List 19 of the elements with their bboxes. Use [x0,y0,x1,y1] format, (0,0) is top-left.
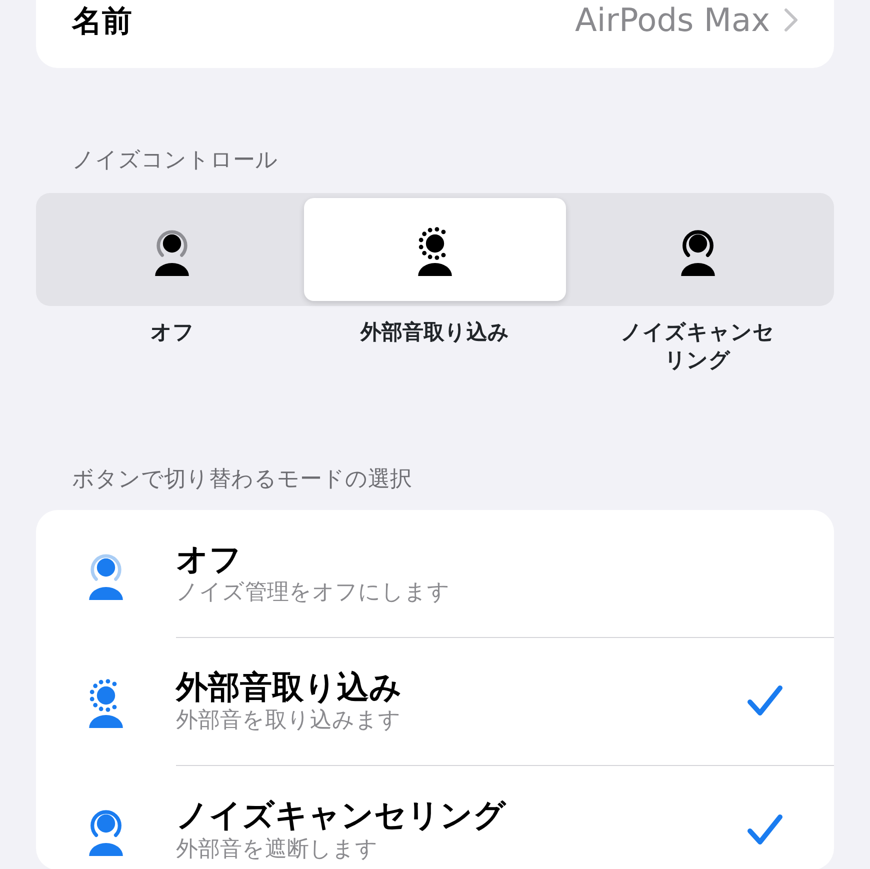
section-header: ボタンで切り替わるモードの選択 [71,466,413,494]
segment-button[interactable] [304,198,566,301]
mode-row[interactable]: 外部音取り込み 外部音を取り込みます [36,638,834,766]
mode-row[interactable]: オフ ノイズ管理をオフにします [36,510,834,638]
section-header: ノイズコントロール [71,147,279,175]
chevron-icon [784,8,798,32]
mode-subtitle: ノイズ管理をオフにします [176,580,451,607]
mode-title: オフ [176,540,243,578]
name-value: AirPods Max [575,0,770,41]
segment-label: ノイズキャンセリング [620,319,776,374]
mode-row[interactable]: ノイズキャンセリング 外部音を遮断します [36,766,834,869]
mode-subtitle: 外部音を遮断します [176,836,379,864]
mode-subtitle: 外部音を取り込みます [176,708,402,735]
segment-label: 外部音取り込み [360,319,510,346]
name-label: 名前 [72,3,132,41]
mode-title: ノイズキャンセリング [176,796,508,835]
name-row[interactable]: 名前 AirPods Max [36,0,834,68]
segment-label: オフ [150,319,194,346]
mode-title: 外部音取り込み [176,668,403,706]
